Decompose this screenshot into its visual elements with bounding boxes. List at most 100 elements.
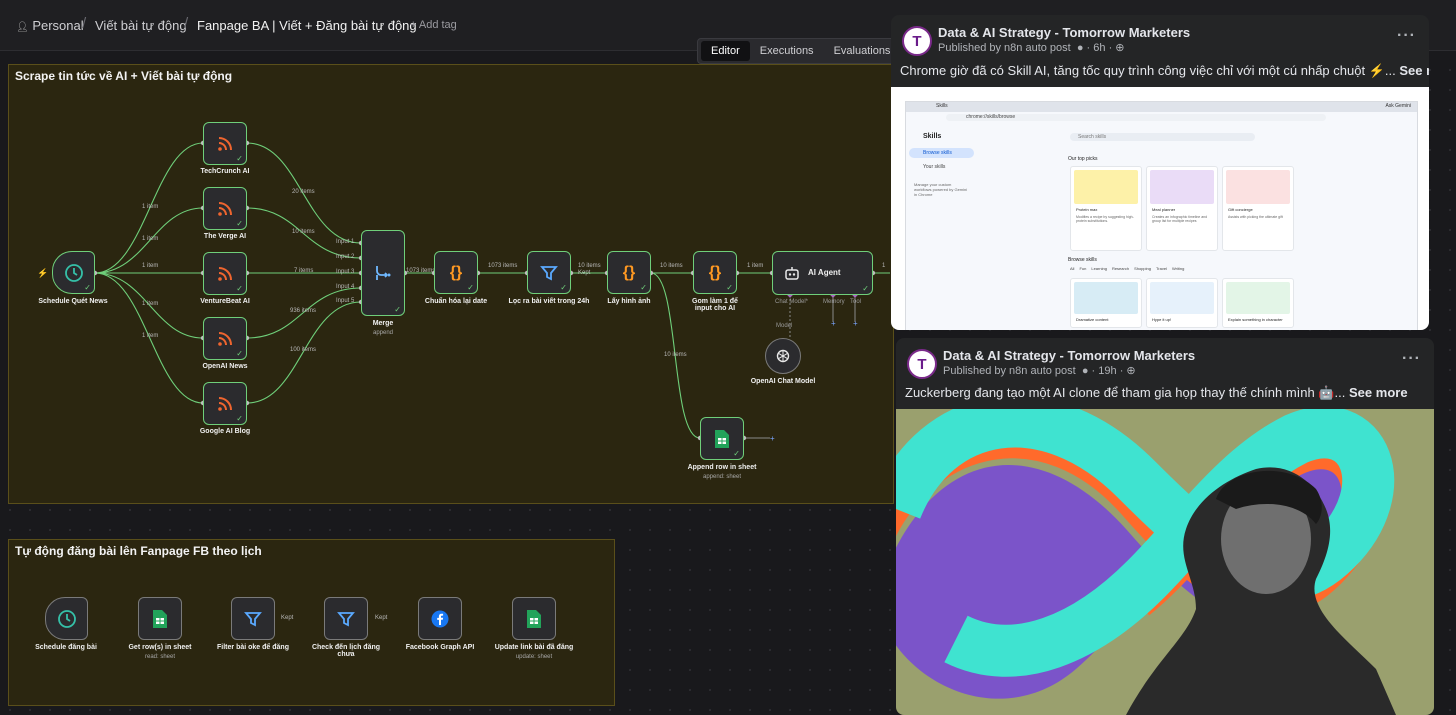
rss-icon [218,201,232,216]
node-label: TechCrunch AI [200,168,250,175]
edge-label: 1 item [142,236,159,242]
node-venturebeat[interactable]: ✓ [203,252,247,295]
skill-card: Protein max Modifies a recipe by suggest… [1070,166,1142,251]
node-sublabel: update: sheet [515,654,553,660]
code-icon: {} [449,263,463,281]
info-icon: ● · [1073,42,1091,54]
node-label: Lọc ra bài viết trong 24h [508,298,590,305]
edge-label: 10 items [292,229,315,235]
node-label: Get row(s) in sheet [128,644,192,651]
chrome-window: Skills Ask Gemini chrome://skills/browse… [905,101,1418,330]
node-facebook-graph-api[interactable] [418,597,462,640]
facebook-icon [431,610,449,627]
more-options-icon[interactable]: ··· [1402,350,1421,368]
code-icon: {} [622,263,636,281]
merge-icon [376,266,391,280]
node-filter-24h[interactable]: ✓ [527,251,571,294]
post-time[interactable]: 6h [1093,42,1105,54]
edge-label: 10 items [578,263,601,269]
skills-search: Search skills [1078,134,1107,140]
edge-label: 936 items [290,308,317,314]
facebook-post-card[interactable]: T Data & AI Strategy - Tomorrow Marketer… [896,338,1434,715]
node-get-rows[interactable] [138,597,182,640]
facebook-post-card[interactable]: T Data & AI Strategy - Tomorrow Marketer… [891,15,1429,330]
node-normalize-date[interactable]: {} ✓ [434,251,478,294]
openai-icon [776,349,790,363]
node-check-schedule[interactable] [324,597,368,640]
filter-icon [337,611,355,626]
nav-browse: Browse skills [923,150,952,156]
node-label: Update link bài đã đăng [494,644,574,651]
post-image[interactable]: Skills Ask Gemini chrome://skills/browse… [891,87,1429,330]
promo-text: Manage your custom workflows powered by … [914,182,968,197]
post-image[interactable] [896,409,1434,715]
published-by: Published by n8n auto post [943,365,1076,377]
google-sheets-icon [153,609,167,628]
node-sublabel: append [372,330,394,336]
browser-tab: Skills [936,103,948,109]
port-label: Tool [850,299,862,305]
node-verge[interactable]: ✓ [203,187,247,230]
filter-icon [540,265,558,280]
code-icon: {} [708,263,722,281]
more-options-icon[interactable]: ··· [1397,27,1416,45]
edge-label: 10 items [664,352,687,358]
edge-label: 100 items [290,347,317,353]
rss-icon [218,266,232,281]
svg-text:+: + [853,319,858,328]
node-schedule-dang-bai[interactable] [45,597,88,640]
node-label: Facebook Graph API [405,644,475,651]
node-get-image[interactable]: {} ✓ [607,251,651,294]
rss-icon [218,331,232,346]
node-label: Filter bài oke để đăng [217,644,289,651]
see-more-link[interactable]: See more [1399,63,1429,78]
node-ai-agent[interactable]: AI Agent ✓ [772,251,873,295]
page-avatar[interactable]: T [902,26,932,56]
edge-label: Kept [578,270,591,276]
skill-card: Explain something in character [1222,278,1294,328]
input-label: Input 1 [336,239,355,245]
node-sublabel: append: sheet [702,474,742,480]
globe-icon: · ⊕ [1119,365,1136,377]
input-label: Input 5 [336,298,355,304]
page-name[interactable]: Data & AI Strategy - Tomorrow Marketers [938,25,1190,40]
post-time[interactable]: 19h [1098,365,1116,377]
edge-label: 20 items [292,189,315,195]
node-group-input[interactable]: {} ✓ [693,251,737,294]
top-picks-label: Our top picks [1068,156,1098,162]
skill-card: Dramatize content [1070,278,1142,328]
node-filter-ok[interactable] [231,597,275,640]
node-label: Merge [372,320,394,327]
node-openai-news[interactable]: ✓ [203,317,247,360]
node-append-row[interactable]: ✓ [700,417,744,460]
node-sublabel: read: sheet [144,654,176,660]
post-text: Zuckerberg đang tạo một AI clone để tham… [905,385,1408,400]
google-sheets-icon [527,609,541,628]
post-text: Chrome giờ đã có Skill AI, tăng tốc quy … [900,63,1429,79]
filter-icon [244,611,262,626]
node-openai-chat-model[interactable] [765,338,801,374]
edge-label: 10 items [660,263,683,269]
address-bar: chrome://skills/browse [966,114,1016,120]
page-avatar[interactable]: T [907,349,937,379]
port-label: Chat Model* [775,299,809,305]
node-schedule-quet-news[interactable]: ✓ [52,251,95,294]
input-label: Input 2 [336,254,355,260]
page-name[interactable]: Data & AI Strategy - Tomorrow Marketers [943,348,1195,363]
browse-label: Browse skills [1068,257,1097,263]
trigger-icon: ⚡ [37,267,48,279]
node-label: AI Agent [808,268,841,277]
robot-icon [785,267,799,280]
node-label: The Verge AI [203,233,247,240]
node-merge[interactable]: ✓ [361,230,405,316]
edge-label: Kept [281,615,294,621]
google-sheets-icon [715,429,729,448]
svg-text:+: + [770,434,775,443]
edge-label: Kept [375,615,388,621]
port-label: Model [776,323,793,329]
post-meta: Published by n8n auto post ● · 6h · ⊕ [938,41,1125,54]
node-techcrunch[interactable]: ✓ [203,122,247,165]
see-more-link[interactable]: See more [1349,385,1408,400]
node-update-link[interactable] [512,597,556,640]
node-google-ai-blog[interactable]: ✓ [203,382,247,425]
